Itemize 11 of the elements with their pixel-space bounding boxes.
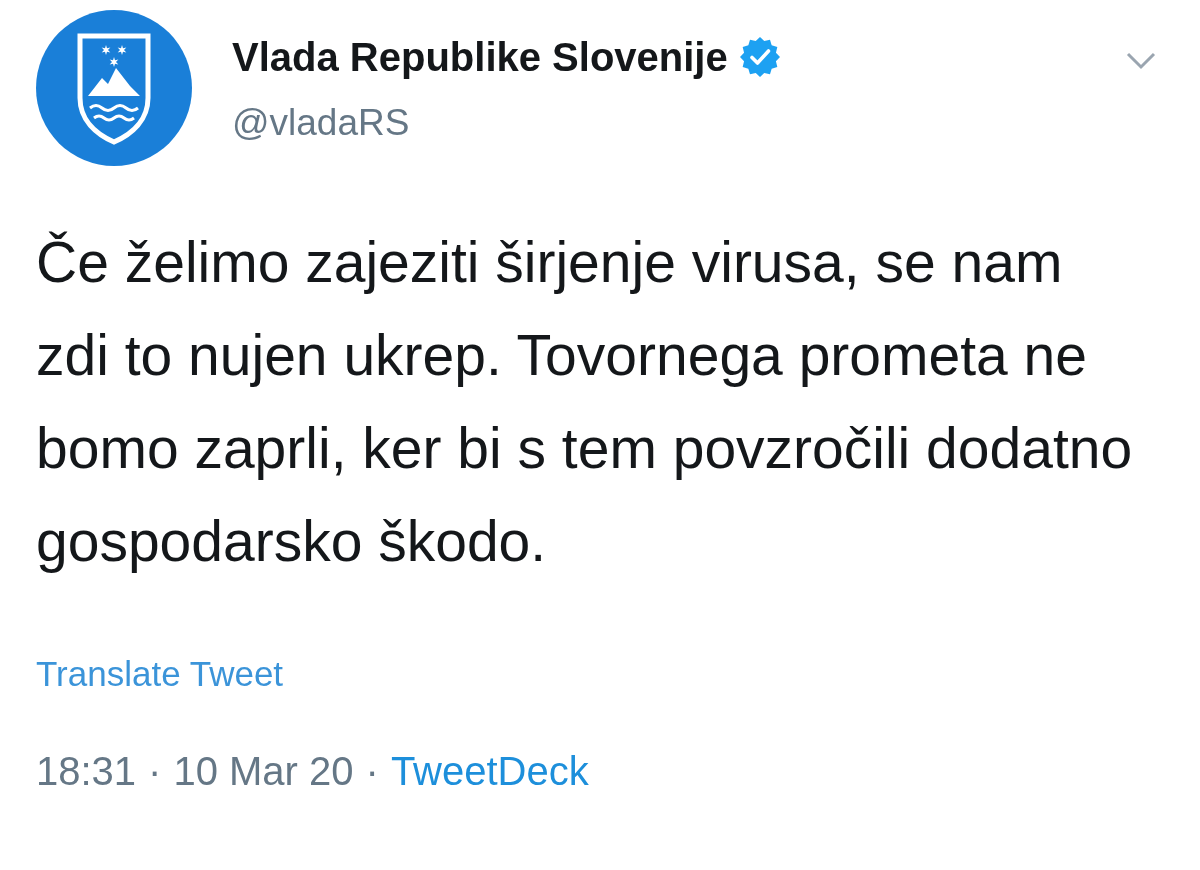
tweet-meta: · <box>148 747 162 795</box>
chevron-down-icon[interactable] <box>1126 52 1156 70</box>
source-link[interactable]: TweetDeck <box>390 740 589 801</box>
tweet-meta: · <box>365 747 379 795</box>
tweet-meta: 18:31 <box>36 747 137 795</box>
tweet-text: Če želimo zajeziti širjenje virusa, se nam zdi to nujen ukrep. Tovornega prometa ne bomo zaprli, ker bi s tem povzročili dodatno gospodarsko škodo. <box>36 229 1134 575</box>
avatar-logo-icon <box>36 10 192 166</box>
tweet-meta: 10 Mar 20 <box>173 747 354 795</box>
translate-link[interactable]: Translate Tweet <box>36 648 284 701</box>
author-name[interactable]: Vlada Republike Slovenije <box>232 32 728 82</box>
author-handle[interactable]: @vladaRS <box>232 100 1126 147</box>
